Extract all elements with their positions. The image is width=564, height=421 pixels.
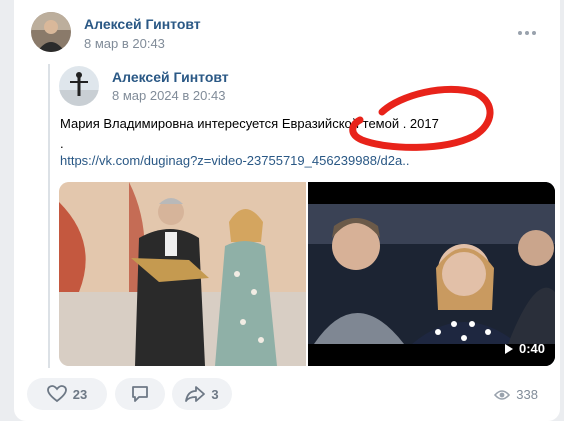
author-name[interactable]: Алексей Гинтовт [84,16,201,32]
views-count: 338 [516,387,538,402]
like-button[interactable]: 23 [27,378,107,410]
photo-attachment[interactable] [59,182,306,366]
play-icon [504,343,513,354]
heart-icon [46,385,67,403]
like-count: 23 [72,386,88,402]
share-button[interactable]: 3 [172,378,232,410]
repost-time[interactable]: 8 мар 2024 в 20:43 [112,88,225,103]
post-time[interactable]: 8 мар в 20:43 [84,36,165,51]
repost-text: Мария Владимировна интересуется Евразийс… [60,116,439,131]
post-card: Алексей Гинтовт 8 мар в 20:43 Алексей Ги… [14,0,560,421]
repost-text-dot: . [60,136,64,151]
share-count: 3 [211,386,219,402]
video-attachment[interactable]: 0:40 [308,182,555,366]
repost-divider [48,64,50,368]
more-icon[interactable] [518,26,538,40]
comment-icon [132,386,148,402]
repost-author-avatar[interactable] [59,66,99,106]
video-duration: 0:40 [504,341,545,356]
views-counter: 338 [494,387,538,402]
share-icon [185,386,206,402]
author-avatar[interactable] [31,12,71,52]
video-duration-label: 0:40 [518,341,545,356]
repost-author-name[interactable]: Алексей Гинтовт [112,69,229,85]
repost-link[interactable]: https://vk.com/duginag?z=video-23755719_… [60,153,409,168]
eye-icon [494,389,511,400]
comment-button[interactable] [115,378,165,410]
